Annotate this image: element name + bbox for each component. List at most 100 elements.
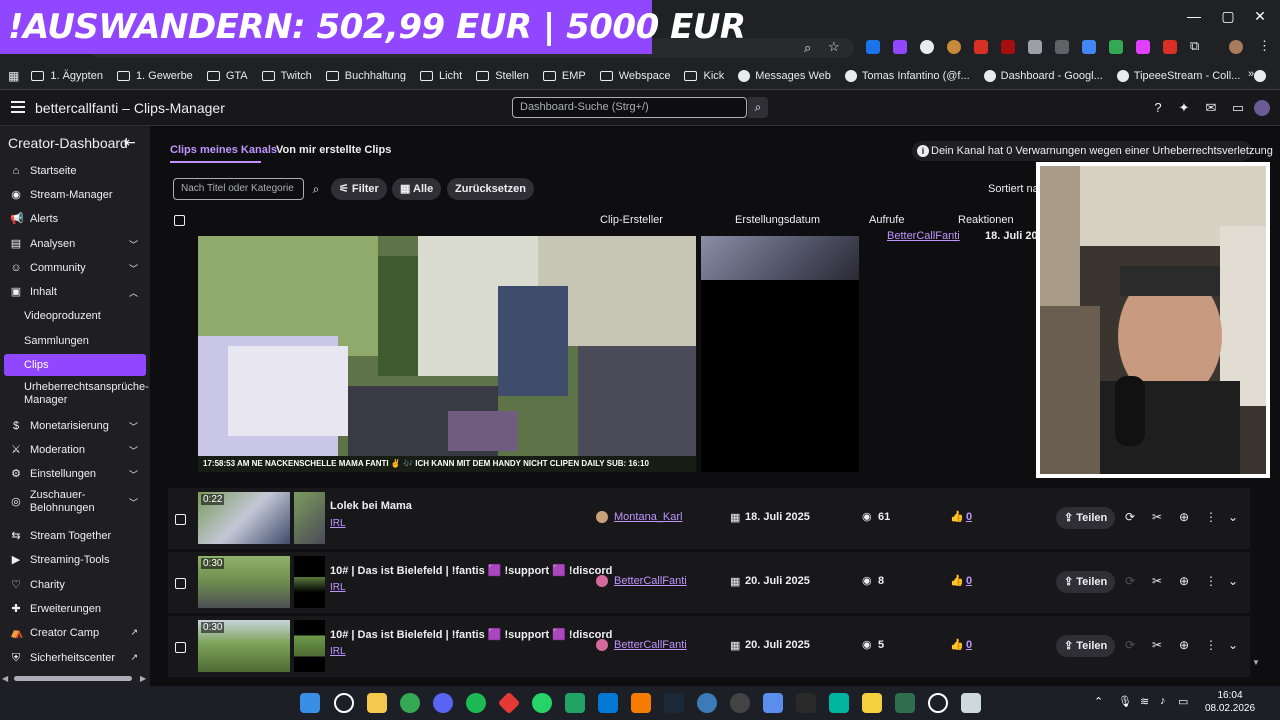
featured-icon[interactable]: ⟳: [1121, 636, 1139, 654]
apps-grid-icon[interactable]: ▦: [8, 69, 19, 83]
clip-row[interactable]: 0:30 10# | Das ist Bielefeld | !fantis 🟪…: [168, 616, 1250, 678]
scissors-icon[interactable]: ✂: [1148, 508, 1166, 526]
tab-my-channel-clips[interactable]: Clips meines Kanals: [170, 144, 277, 156]
clip-title[interactable]: Lolek bei Mama: [330, 500, 412, 512]
row-checkbox[interactable]: [175, 578, 186, 589]
sidebar-item-erweiterungen[interactable]: ✚ Erweiterungen: [4, 598, 146, 620]
sidebar-item-creator-camp[interactable]: ⛺ Creator Camp ↗: [4, 622, 146, 644]
clip-title[interactable]: 10# | Das ist Bielefeld | !fantis 🟪 !sup…: [330, 564, 612, 577]
chevron-down-icon[interactable]: ⌄: [1224, 508, 1242, 526]
mail-icon[interactable]: ✉: [1203, 100, 1219, 116]
bookmarks-overflow-icon[interactable]: »: [1248, 68, 1254, 80]
microphone-icon[interactable]: 🎙: [1118, 695, 1132, 708]
chrome-icon[interactable]: [400, 693, 420, 713]
clip-preview-video[interactable]: 17:58:53 AM NE NACKENSCHELLE MAMA FANTI …: [198, 236, 696, 472]
clip-search-input[interactable]: Nach Titel oder Kategorie: [173, 178, 304, 200]
bookmark-item[interactable]: [1254, 69, 1271, 82]
tray-overflow-icon[interactable]: ⌃: [1094, 695, 1103, 708]
extension-icon[interactable]: [920, 40, 934, 54]
bookmark-item[interactable]: Tomas Infantino (@f...: [844, 69, 970, 82]
profile-avatar[interactable]: [1229, 40, 1243, 54]
spotify-icon[interactable]: [466, 693, 486, 713]
bookmark-item[interactable]: TipeeeStream - Coll...: [1116, 69, 1240, 82]
chevron-down-icon[interactable]: ⌄: [1224, 572, 1242, 590]
clip-creator-link[interactable]: BetterCallFanti: [614, 575, 687, 587]
bookmark-item[interactable]: Licht: [419, 70, 462, 82]
clip-likes-link[interactable]: 0: [966, 639, 972, 651]
scissors-icon[interactable]: ✂: [1148, 636, 1166, 654]
app-icon[interactable]: [631, 693, 651, 713]
sidebar-item-videoproduzent[interactable]: Videoproduzent: [4, 305, 146, 327]
sidebar-item-zuschauer-belohnungen[interactable]: ◎ Zuschauer-Belohnungen ﹀: [4, 486, 146, 518]
clip-row[interactable]: 0:22 Lolek bei Mama IRL Montana_Karl ▦ 1…: [168, 488, 1250, 550]
sidebar-item-sicherheitscenter[interactable]: ⛨ Sicherheitscenter ↗: [4, 647, 146, 669]
more-options-icon[interactable]: ⋮: [1202, 508, 1220, 526]
help-icon[interactable]: ?: [1150, 100, 1166, 116]
filter-button[interactable]: ⚟ Filter: [331, 178, 387, 200]
copyright-strikes-notice[interactable]: i Dein Kanal hat 0 Verwarnungen wegen ei…: [912, 141, 1273, 161]
extension-icon[interactable]: [893, 40, 907, 54]
sidebar-item-stream-together[interactable]: ⇆ Stream Together: [4, 525, 146, 547]
bookmark-star-icon[interactable]: ☆: [828, 39, 840, 55]
bookmark-item[interactable]: Stellen: [476, 70, 529, 82]
start-icon[interactable]: [300, 693, 320, 713]
clip-creator-link[interactable]: BetterCallFanti: [614, 639, 687, 651]
maximize-icon[interactable]: ▢: [1218, 6, 1238, 26]
scissors-icon[interactable]: ✂: [1148, 572, 1166, 590]
whatsapp-icon[interactable]: [532, 693, 552, 713]
sidebar-item-streaming-tools[interactable]: ▶ Streaming-Tools: [4, 549, 146, 571]
clock-time[interactable]: 16:04: [1200, 690, 1260, 701]
sidebar-item-monetarisierung[interactable]: $ Monetarisierung ﹀: [4, 415, 146, 437]
column-reactions[interactable]: Reaktionen: [958, 214, 1014, 226]
add-circle-icon[interactable]: ⊕: [1175, 572, 1193, 590]
browser-menu-icon[interactable]: ⋮: [1258, 38, 1271, 54]
clip-thumbnail[interactable]: 0:22: [198, 492, 290, 544]
reset-button[interactable]: Zurücksetzen: [447, 178, 534, 200]
bookmark-item[interactable]: Webspace: [599, 70, 670, 82]
file-explorer-icon[interactable]: [367, 693, 387, 713]
clip-thumbnail[interactable]: 0:30: [198, 556, 290, 608]
extension-icon[interactable]: [1001, 40, 1015, 54]
sidebar-item-charity[interactable]: ♡ Charity: [4, 574, 146, 596]
bookmark-item[interactable]: EMP: [542, 70, 586, 82]
clip-thumbnail[interactable]: 0:30: [198, 620, 290, 672]
sidebar-item-inhalt[interactable]: ▣ Inhalt ︿: [4, 281, 146, 303]
search-icon[interactable]: ⌕: [306, 178, 326, 200]
column-views[interactable]: Aufrufe: [869, 214, 904, 226]
minimize-icon[interactable]: —: [1184, 6, 1204, 26]
bookmark-item[interactable]: 1. Gewerbe: [116, 70, 193, 82]
featured-icon[interactable]: ⟳: [1121, 508, 1139, 526]
app-icon[interactable]: [895, 693, 915, 713]
more-options-icon[interactable]: ⋮: [1202, 572, 1220, 590]
sidebar-item-analysen[interactable]: ▤ Analysen ﹀: [4, 233, 146, 255]
clip-category-link[interactable]: IRL: [330, 582, 346, 593]
app-icon[interactable]: [763, 693, 783, 713]
bookmark-item[interactable]: Kick: [684, 70, 724, 82]
search-icon[interactable]: [334, 693, 354, 713]
sidebar-item-alerts[interactable]: 📢 Alerts: [4, 208, 146, 230]
notepad-icon[interactable]: [961, 693, 981, 713]
scroll-down-icon[interactable]: ▼: [1252, 658, 1260, 667]
bookmark-item[interactable]: Twitch: [261, 70, 312, 82]
column-clip-creator[interactable]: Clip-Ersteller: [600, 214, 663, 226]
more-options-icon[interactable]: ⋮: [1202, 636, 1220, 654]
clip-category-link[interactable]: IRL: [330, 646, 346, 657]
column-creation-date[interactable]: Erstellungsdatum: [735, 214, 820, 226]
chat-icon[interactable]: ▭: [1230, 100, 1246, 116]
add-circle-icon[interactable]: ⊕: [1175, 508, 1193, 526]
chatgpt-icon[interactable]: [928, 693, 948, 713]
sidebar-item-moderation[interactable]: ⚔ Moderation ﹀: [4, 439, 146, 461]
sidebar-item-urheberrechtsansprüche-manager[interactable]: Urheberrechtsansprüche-Manager: [4, 378, 149, 410]
steam-icon[interactable]: [664, 693, 684, 713]
extension-icon[interactable]: [974, 40, 988, 54]
notes-icon[interactable]: [862, 693, 882, 713]
zoom-icon[interactable]: ⌕: [804, 40, 811, 56]
date-all-button[interactable]: ▦ Alle: [392, 178, 442, 200]
extension-icon[interactable]: [947, 40, 961, 54]
puzzle-icon[interactable]: ⧉: [1190, 38, 1199, 54]
clip-likes-link[interactable]: 0: [966, 575, 972, 587]
bookmark-item[interactable]: 1. Ägypten: [31, 70, 103, 82]
scroll-left-icon[interactable]: ◀: [2, 674, 8, 683]
row-checkbox[interactable]: [175, 514, 186, 525]
sidebar-item-community[interactable]: ☺ Community ﹀: [4, 257, 146, 279]
